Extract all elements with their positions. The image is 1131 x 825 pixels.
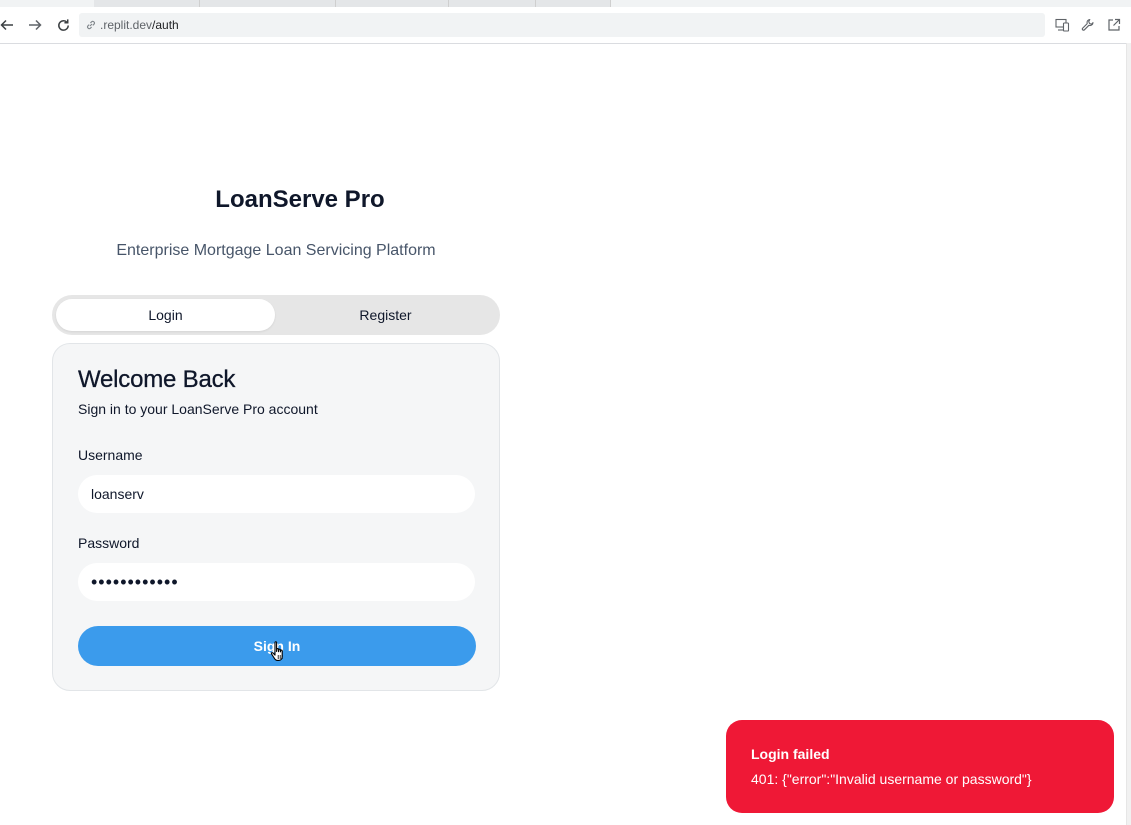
- address-bar[interactable]: .replit.dev/auth: [79, 13, 1045, 37]
- back-arrow-icon[interactable]: [0, 13, 19, 37]
- browser-tab[interactable]: [449, 0, 536, 7]
- browser-tab[interactable]: [200, 0, 336, 7]
- url-path: /auth: [152, 18, 179, 32]
- reload-icon[interactable]: [51, 13, 75, 37]
- login-card-description: Sign in to your LoanServe Pro account: [78, 401, 318, 417]
- scrollbar[interactable]: [1126, 43, 1131, 825]
- password-label: Password: [78, 535, 140, 551]
- link-icon: [85, 19, 97, 31]
- login-card-title: Welcome Back: [78, 366, 236, 393]
- login-card: Welcome Back Sign in to your LoanServe P…: [52, 343, 500, 691]
- hand-pointer-cursor-icon: [270, 641, 283, 661]
- password-input[interactable]: [78, 563, 475, 601]
- username-input[interactable]: [78, 475, 475, 513]
- toast-title: Login failed: [751, 746, 830, 762]
- tab-login[interactable]: Login: [56, 299, 275, 331]
- url-host: .replit.dev: [100, 18, 153, 32]
- toast-message: 401: {"error":"Invalid username or passw…: [751, 771, 1032, 787]
- wrench-icon[interactable]: [1078, 15, 1098, 35]
- error-toast: Login failed 401: {"error":"Invalid user…: [726, 720, 1114, 813]
- tab-register[interactable]: Register: [276, 299, 495, 331]
- auth-tabs: Login Register: [52, 295, 500, 335]
- browser-toolbar: .replit.dev/auth: [0, 7, 1131, 44]
- forward-arrow-icon[interactable]: [23, 13, 47, 37]
- username-label: Username: [78, 447, 143, 463]
- browser-tab[interactable]: [536, 0, 611, 7]
- app-brand-title: LoanServe Pro: [215, 186, 385, 213]
- open-external-icon[interactable]: [1104, 15, 1124, 35]
- browser-tab[interactable]: [336, 0, 449, 7]
- browser-tab[interactable]: [94, 0, 200, 7]
- app-subtitle: Enterprise Mortgage Loan Servicing Platf…: [116, 242, 436, 259]
- devices-icon[interactable]: [1052, 15, 1072, 35]
